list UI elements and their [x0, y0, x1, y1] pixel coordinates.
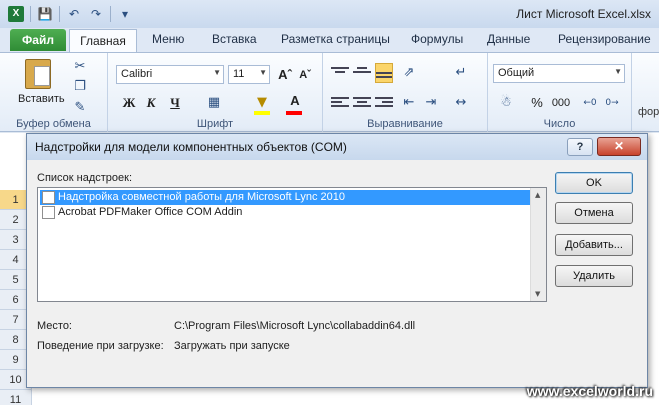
- clipboard-group-label: Буфер обмена: [16, 118, 91, 130]
- list-item[interactable]: Надстройка совместной работы для Microso…: [40, 190, 530, 205]
- list-scrollbar[interactable]: ▲ ▼: [530, 188, 546, 301]
- align-center-icon[interactable]: [353, 95, 371, 111]
- tab-page-layout[interactable]: Разметка страницы: [281, 32, 390, 46]
- title-bar: X 💾 ↶ ↷ ▾ Лист Microsoft Excel.xlsx: [0, 0, 659, 28]
- font-size-select[interactable]: 11 ▼: [228, 65, 270, 84]
- font-name-select[interactable]: Calibri ▼: [116, 65, 224, 84]
- increase-decimal-icon[interactable]: ←0: [582, 95, 598, 111]
- copy-icon[interactable]: ❐: [72, 79, 88, 95]
- add-button[interactable]: Добавить...: [555, 234, 633, 256]
- load-behavior-label: Поведение при загрузке:: [37, 340, 164, 352]
- location-value: C:\Program Files\Microsoft Lync\collabad…: [174, 320, 416, 332]
- close-icon[interactable]: ✕: [597, 137, 641, 156]
- font-group: Calibri ▼ 11 ▼ Aˆ Aˇ Ж К Ч ▦ ▼ A Шрифт: [108, 53, 323, 132]
- scroll-up-icon[interactable]: ▲: [535, 191, 540, 199]
- paste-icon: [25, 59, 51, 89]
- italic-button[interactable]: К: [142, 94, 160, 112]
- ribbon-tab-bar: Файл Главная Меню Вставка Разметка стран…: [0, 28, 659, 52]
- save-icon[interactable]: 💾: [37, 6, 53, 22]
- tab-review[interactable]: Рецензирование: [558, 32, 651, 46]
- ok-button[interactable]: OK: [555, 172, 633, 194]
- quick-access-toolbar: 💾 ↶ ↷ ▾: [30, 6, 133, 22]
- percent-button[interactable]: %: [528, 94, 546, 112]
- font-color-swatch: [286, 111, 302, 115]
- help-button[interactable]: ?: [567, 138, 593, 156]
- addin-checkbox[interactable]: [42, 206, 55, 219]
- qat-separator: [30, 6, 31, 22]
- remove-button[interactable]: Удалить: [555, 265, 633, 287]
- paste-label: Вставить: [18, 93, 65, 105]
- borders-icon[interactable]: ▦: [206, 95, 222, 111]
- qat-separator: [110, 6, 111, 22]
- align-bottom-icon[interactable]: [375, 63, 393, 83]
- styles-partial-label: фор: [638, 106, 659, 118]
- decrease-decimal-icon[interactable]: 0→: [604, 95, 620, 111]
- excel-icon[interactable]: X: [8, 6, 24, 22]
- font-name-value: Calibri: [121, 68, 153, 80]
- align-top-icon[interactable]: [331, 65, 349, 81]
- watermark: www.excelworld.ru: [526, 383, 653, 399]
- shrink-font-icon[interactable]: Aˇ: [296, 66, 314, 84]
- addin-name: Acrobat PDFMaker Office COM Addin: [58, 206, 243, 218]
- list-item[interactable]: Acrobat PDFMaker Office COM Addin: [40, 205, 530, 220]
- tab-data[interactable]: Данные: [487, 32, 530, 46]
- currency-icon[interactable]: ☃: [498, 95, 514, 111]
- bold-button[interactable]: Ж: [120, 94, 138, 112]
- addin-name: Надстройка совместной работы для Microso…: [58, 191, 345, 203]
- redo-icon[interactable]: ↷: [88, 6, 104, 22]
- undo-icon[interactable]: ↶: [66, 6, 82, 22]
- load-behavior-value: Загружать при запуске: [174, 340, 290, 352]
- tab-file[interactable]: Файл: [10, 29, 66, 51]
- chevron-down-icon: ▼: [259, 68, 267, 77]
- font-color-icon[interactable]: A: [286, 92, 304, 110]
- underline-button[interactable]: Ч: [166, 94, 184, 112]
- tab-home[interactable]: Главная: [69, 29, 137, 52]
- wrap-text-icon[interactable]: ↵: [453, 65, 469, 81]
- cut-icon[interactable]: ✂: [72, 59, 88, 75]
- chevron-down-icon: ▼: [213, 68, 221, 77]
- format-painter-icon[interactable]: ✎: [72, 100, 88, 116]
- font-group-label: Шрифт: [196, 118, 234, 130]
- qat-separator: [59, 6, 60, 22]
- chevron-down-icon: ▼: [614, 67, 622, 76]
- increase-indent-icon[interactable]: ⇥: [423, 95, 439, 111]
- merge-center-icon[interactable]: ↔: [453, 95, 469, 111]
- number-format-select[interactable]: Общий ▼: [493, 64, 625, 83]
- addin-checkbox[interactable]: [42, 191, 55, 204]
- scroll-down-icon[interactable]: ▼: [535, 290, 540, 298]
- dialog-title-bar[interactable]: Надстройки для модели компонентных объек…: [27, 134, 647, 160]
- clipboard-group: Вставить ✂ ❐ ✎ Буфер обмена: [0, 53, 108, 132]
- cancel-button[interactable]: Отмена: [555, 202, 633, 224]
- orientation-icon[interactable]: ⇗: [401, 65, 417, 81]
- com-addins-dialog: Надстройки для модели компонентных объек…: [26, 133, 648, 388]
- row-header[interactable]: 11: [0, 390, 32, 405]
- alignment-group-label: Выравнивание: [367, 118, 443, 130]
- dialog-title: Надстройки для модели компонентных объек…: [35, 140, 347, 154]
- ribbon: Вставить ✂ ❐ ✎ Буфер обмена Calibri ▼ 11 ▼…: [0, 52, 659, 132]
- align-left-icon[interactable]: [331, 95, 349, 111]
- align-middle-icon[interactable]: [353, 65, 371, 81]
- window-title: Лист Microsoft Excel.xlsx: [516, 7, 651, 21]
- addins-list[interactable]: Надстройка совместной работы для Microso…: [37, 187, 547, 302]
- alignment-group: ⇗ ↵ ⇤ ⇥ ↔ Выравнивание: [323, 53, 488, 132]
- customize-qat-icon[interactable]: ▾: [117, 6, 133, 22]
- decrease-indent-icon[interactable]: ⇤: [401, 95, 417, 111]
- number-group: Общий ▼ ☃ % 000 ←0 0→ Число: [488, 53, 632, 132]
- font-size-value: 11: [233, 68, 245, 80]
- location-label: Место:: [37, 320, 72, 332]
- tab-formulas[interactable]: Формулы: [411, 32, 463, 46]
- align-right-icon[interactable]: [375, 95, 393, 111]
- fill-color-icon[interactable]: ▼: [254, 95, 270, 111]
- tab-menu[interactable]: Меню: [152, 32, 184, 46]
- tab-insert[interactable]: Вставка: [212, 32, 257, 46]
- grow-font-icon[interactable]: Aˆ: [276, 66, 294, 84]
- number-group-label: Число: [543, 118, 576, 130]
- paste-button[interactable]: Вставить: [18, 59, 65, 105]
- fill-color-swatch: [254, 111, 270, 115]
- thousands-button[interactable]: 000: [550, 94, 572, 112]
- addins-list-label: Список надстроек:: [37, 172, 133, 184]
- number-format-value: Общий: [498, 67, 535, 79]
